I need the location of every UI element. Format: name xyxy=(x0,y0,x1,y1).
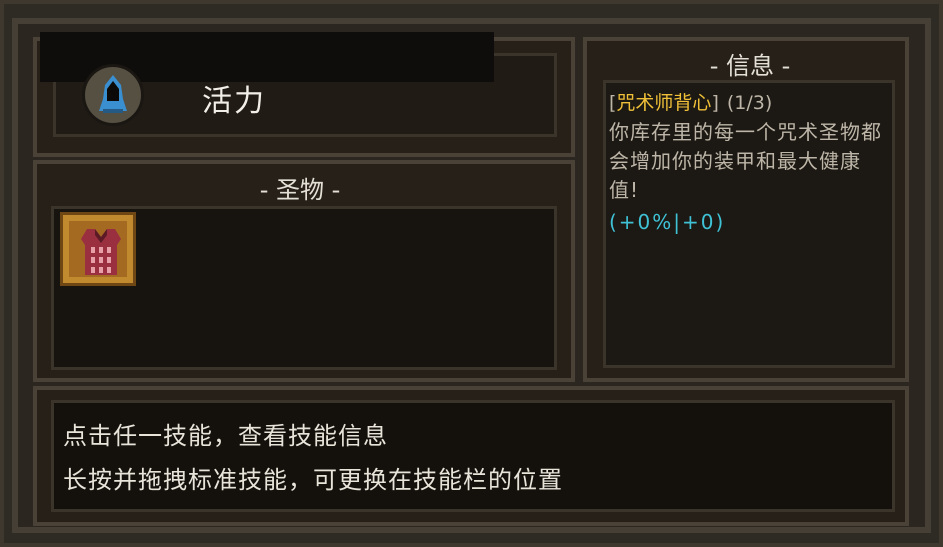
info-section-title: - 信息 - xyxy=(709,52,791,80)
relic-slot-vest[interactable] xyxy=(60,212,136,286)
relics-section-title: - 圣物 - xyxy=(259,176,341,204)
info-relic-count: (1/3) xyxy=(726,92,773,114)
vest-icon xyxy=(81,229,121,275)
info-stats: (+0%|+0) xyxy=(609,210,726,234)
info-description: 你库存里的每一个咒术圣物都会增加你的装甲和最大健康值! xyxy=(609,120,882,202)
info-relic-name: 咒术师背心 xyxy=(616,92,712,114)
hint-line-1: 点击任一技能，查看技能信息 xyxy=(63,422,388,450)
skill-title: 活力 xyxy=(202,84,266,119)
hint-line-2: 长按并拖拽标准技能，可更换在技能栏的位置 xyxy=(63,466,563,494)
hooded-figure-icon[interactable] xyxy=(82,64,144,126)
info-header: [咒术师背心] (1/3) xyxy=(609,88,772,115)
bracket-close: ] xyxy=(711,92,719,114)
